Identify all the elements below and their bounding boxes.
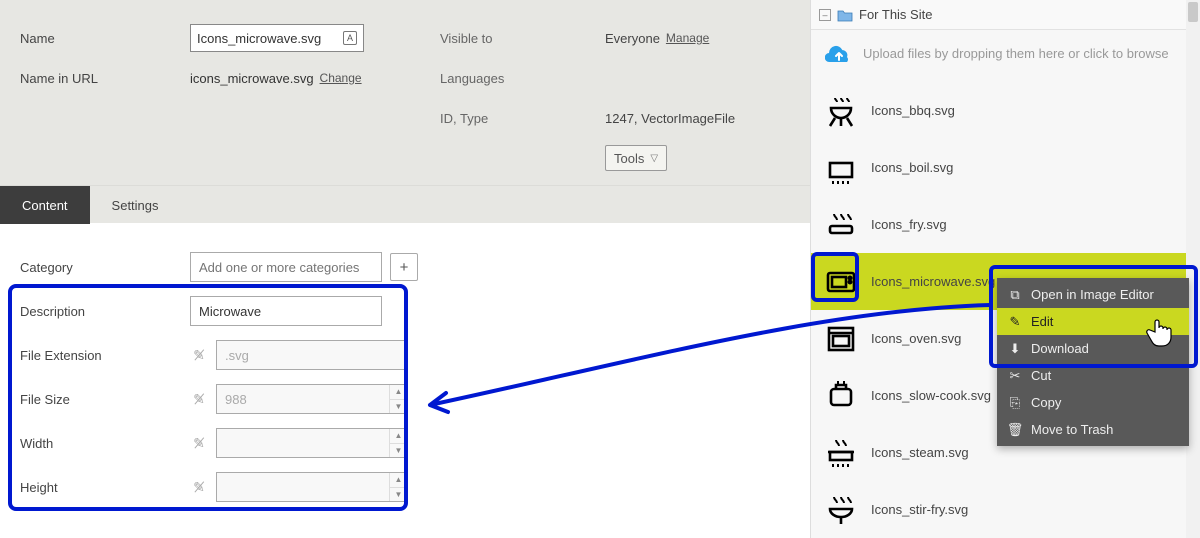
file-item[interactable]: Icons_fry.svg — [811, 196, 1200, 253]
label-name-in-url: Name in URL — [20, 71, 190, 86]
context-menu: ⧉Open in Image Editor✎Edit⬇Download✂Cut⎘… — [997, 278, 1189, 446]
assets-title: For This Site — [859, 7, 932, 22]
height-input — [216, 472, 408, 502]
label-file-extension: File Extension — [20, 348, 190, 363]
name-input[interactable]: Icons_microwave.svg A — [190, 24, 364, 52]
visible-to-value: Everyone — [605, 31, 660, 46]
tab-settings[interactable]: Settings — [90, 186, 181, 224]
file-label: Icons_stir-fry.svg — [871, 502, 968, 517]
folder-icon — [837, 8, 853, 22]
collapse-icon[interactable]: – — [819, 9, 831, 21]
oven-icon — [823, 321, 859, 357]
bbq-icon — [823, 93, 859, 129]
label-width: Width — [20, 436, 190, 451]
upload-hint: Upload files by dropping them here or cl… — [863, 46, 1169, 63]
file-label: Icons_boil.svg — [871, 160, 953, 175]
file-label: Icons_fry.svg — [871, 217, 947, 232]
spinner-buttons: ▲▼ — [389, 385, 407, 413]
file-label: Icons_microwave.svg — [871, 274, 995, 289]
assets-panel: – For This Site Upload files by dropping… — [810, 0, 1200, 538]
file-item[interactable]: Icons_stir-fry.svg — [811, 481, 1200, 538]
file-label: Icons_steam.svg — [871, 445, 969, 460]
label-category: Category — [20, 260, 190, 275]
slowcook-icon — [823, 378, 859, 414]
steam-icon — [823, 435, 859, 471]
fry-icon — [823, 207, 859, 243]
copy-icon: ⎘ — [1007, 395, 1023, 411]
stirfry-icon — [823, 492, 859, 528]
upload-dropzone[interactable]: Upload files by dropping them here or cl… — [811, 30, 1200, 82]
file-label: Icons_bbq.svg — [871, 103, 955, 118]
label-file-size: File Size — [20, 392, 190, 407]
cut-icon: ✂ — [1007, 368, 1023, 384]
trash-icon: 🗑 — [1007, 422, 1023, 438]
change-url-link[interactable]: Change — [320, 71, 362, 85]
ctx-edit[interactable]: ✎Edit — [997, 308, 1189, 335]
properties-header: Name Icons_microwave.svg A Visible to Ev… — [0, 0, 810, 185]
file-item[interactable]: Icons_boil.svg — [811, 139, 1200, 196]
spinner-buttons: ▲▼ — [389, 429, 407, 457]
scrollbar-thumb[interactable] — [1188, 2, 1198, 22]
tools-dropdown[interactable]: Tools ▽ — [605, 145, 667, 171]
scrollbar[interactable] — [1186, 0, 1200, 538]
download-icon: ⬇ — [1007, 341, 1023, 357]
ctx-download[interactable]: ⬇Download — [997, 335, 1189, 362]
microwave-icon — [823, 264, 859, 300]
main-panel: Name Icons_microwave.svg A Visible to Ev… — [0, 0, 810, 538]
id-type-value: 1247, VectorImageFile — [605, 111, 735, 126]
assets-header: – For This Site — [811, 0, 1200, 30]
open-icon: ⧉ — [1007, 287, 1023, 303]
boil-icon — [823, 150, 859, 186]
category-input[interactable] — [190, 252, 382, 282]
ctx-copy[interactable]: ⎘Copy — [997, 389, 1189, 416]
readonly-icon: ✎̸ — [190, 478, 208, 496]
ctx-open[interactable]: ⧉Open in Image Editor — [997, 281, 1189, 308]
readonly-icon: ✎̸ — [190, 434, 208, 452]
content-area: Category + Description File Extension ✎̸… — [0, 223, 810, 531]
description-input[interactable] — [190, 296, 382, 326]
width-input — [216, 428, 408, 458]
chevron-down-icon: ▽ — [650, 153, 658, 164]
readonly-icon: ✎̸ — [190, 390, 208, 408]
label-id-type: ID, Type — [440, 111, 605, 126]
cloud-upload-icon — [825, 40, 853, 68]
label-name: Name — [20, 31, 190, 46]
ctx-trash[interactable]: 🗑Move to Trash — [997, 416, 1189, 443]
label-languages: Languages — [440, 71, 605, 86]
spinner-buttons: ▲▼ — [389, 473, 407, 501]
file-label: Icons_slow-cook.svg — [871, 388, 991, 403]
ctx-cut[interactable]: ✂Cut — [997, 362, 1189, 389]
file-extension-input — [216, 340, 408, 370]
label-visible-to: Visible to — [440, 31, 605, 46]
tabs: Content Settings — [0, 185, 810, 223]
name-in-url-value: icons_microwave.svg — [190, 71, 314, 86]
edit-icon: ✎ — [1007, 314, 1023, 330]
label-description: Description — [20, 304, 190, 319]
rename-icon[interactable]: A — [343, 31, 357, 45]
name-value: Icons_microwave.svg — [197, 31, 321, 46]
file-size-input — [216, 384, 408, 414]
file-item[interactable]: Icons_bbq.svg — [811, 82, 1200, 139]
file-label: Icons_oven.svg — [871, 331, 961, 346]
label-height: Height — [20, 480, 190, 495]
readonly-icon: ✎̸ — [190, 346, 208, 364]
add-category-button[interactable]: + — [390, 253, 418, 281]
manage-link[interactable]: Manage — [666, 31, 709, 45]
tab-content[interactable]: Content — [0, 186, 90, 224]
